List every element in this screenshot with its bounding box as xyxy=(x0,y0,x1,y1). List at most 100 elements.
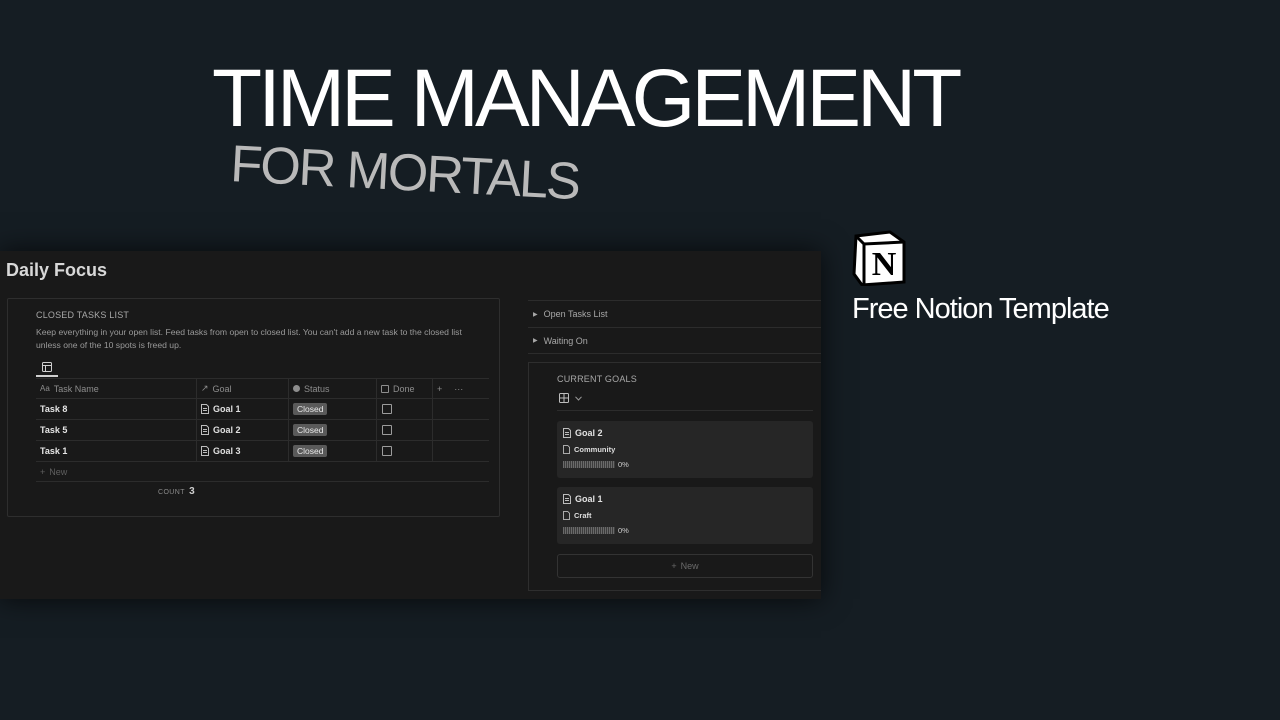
gallery-view-switcher[interactable] xyxy=(559,393,582,403)
column-header-task[interactable]: Aa Task Name xyxy=(36,379,197,398)
empty-cell xyxy=(433,399,489,419)
table-view-tab[interactable] xyxy=(36,359,58,377)
goal-card-title-label: Goal 1 xyxy=(575,494,603,504)
page-icon xyxy=(563,511,570,520)
goal-cell[interactable]: Goal 2 xyxy=(197,420,289,440)
done-cell xyxy=(377,420,433,440)
empty-cell xyxy=(433,441,489,461)
add-new-goal-label: New xyxy=(680,561,699,571)
toggle-waiting-on[interactable]: ▶ Waiting On xyxy=(528,327,821,354)
goal-card-category[interactable]: Craft xyxy=(563,511,592,520)
goal-card-title-label: Goal 2 xyxy=(575,428,603,438)
count-value: 3 xyxy=(189,486,196,497)
goal-card-title: Goal 1 xyxy=(563,494,603,504)
closed-tasks-table: Aa Task Name ↗ Goal Status Done + ··· Ta… xyxy=(36,378,489,482)
done-checkbox[interactable] xyxy=(382,404,392,414)
status-badge: Closed xyxy=(293,403,328,415)
column-header-goal-label: Goal xyxy=(212,383,232,394)
goal-card-progress: 0% xyxy=(563,526,629,535)
goal-cell[interactable]: Goal 3 xyxy=(197,441,289,461)
page-icon xyxy=(201,404,209,414)
done-cell xyxy=(377,441,433,461)
column-header-status-label: Status xyxy=(304,383,330,394)
count-label: COUNT xyxy=(158,489,185,496)
status-badge: Closed xyxy=(293,424,328,436)
goal-card-progress: 0% xyxy=(563,460,629,469)
hero-title: TIME MANAGEMENT xyxy=(212,53,962,144)
closed-tasks-description: Keep everything in your open list. Feed … xyxy=(36,327,462,350)
page-title: Daily Focus xyxy=(6,260,108,280)
page-icon xyxy=(201,425,209,435)
relation-arrow-icon: ↗ xyxy=(201,383,209,393)
add-new-row-label: New xyxy=(49,466,68,477)
plus-icon: + xyxy=(40,466,46,477)
status-cell[interactable]: Closed xyxy=(289,399,377,419)
progress-text: 0% xyxy=(618,526,629,535)
done-checkbox[interactable] xyxy=(382,446,392,456)
goal-card[interactable]: Goal 1 Craft 0% xyxy=(557,487,813,544)
plus-icon: + xyxy=(671,561,677,571)
triangle-right-icon: ▶ xyxy=(533,338,538,344)
more-options-button[interactable]: ··· xyxy=(454,384,463,394)
goal-card-category-label: Craft xyxy=(574,511,592,520)
notion-logo-letter: N xyxy=(872,246,897,283)
text-property-icon: Aa xyxy=(40,384,50,393)
task-name-cell[interactable]: Task 1 xyxy=(36,441,197,461)
page-icon xyxy=(563,494,571,504)
goal-card-category[interactable]: Community xyxy=(563,445,615,454)
table-row[interactable]: Task 1 Goal 3 Closed xyxy=(36,441,489,462)
column-header-goal[interactable]: ↗ Goal xyxy=(197,379,289,398)
task-name-cell[interactable]: Task 8 xyxy=(36,399,197,419)
closed-tasks-label: CLOSED TASKS LIST xyxy=(36,310,130,320)
page-icon xyxy=(201,446,209,456)
triangle-right-icon: ▶ xyxy=(533,311,538,318)
task-name-cell[interactable]: Task 5 xyxy=(36,420,197,440)
status-cell[interactable]: Closed xyxy=(289,441,377,461)
goal-cell[interactable]: Goal 1 xyxy=(197,399,289,419)
status-cell[interactable]: Closed xyxy=(289,420,377,440)
add-property-button[interactable]: + xyxy=(437,384,442,394)
divider xyxy=(557,410,813,411)
progress-bar xyxy=(563,461,615,468)
add-new-row-button[interactable]: + New xyxy=(36,462,489,482)
table-icon xyxy=(42,362,52,372)
goal-cell-label: Goal 2 xyxy=(213,425,241,435)
progress-text: 0% xyxy=(618,460,629,469)
column-header-actions: + ··· xyxy=(433,379,489,398)
notion-page-panel: Daily Focus CLOSED TASKS LIST Keep every… xyxy=(0,251,821,599)
gallery-icon xyxy=(559,393,569,403)
notion-logo-icon: N xyxy=(852,230,908,286)
toggle-open-tasks-label: Open Tasks List xyxy=(543,309,608,319)
column-header-done[interactable]: Done xyxy=(377,379,433,398)
table-header: Aa Task Name ↗ Goal Status Done + ··· xyxy=(36,378,489,399)
count-footer: COUNT 3 xyxy=(158,486,195,497)
done-cell xyxy=(377,399,433,419)
goal-card-title: Goal 2 xyxy=(563,428,603,438)
closed-tasks-section: CLOSED TASKS LIST Keep everything in you… xyxy=(7,298,500,517)
goal-card[interactable]: Goal 2 Community 0% xyxy=(557,421,813,478)
page-icon xyxy=(563,445,570,454)
column-header-done-label: Done xyxy=(393,383,415,394)
chevron-down-icon xyxy=(575,395,582,401)
empty-cell xyxy=(433,420,489,440)
hero-subtitle: FOR MORTALS xyxy=(229,135,581,212)
goal-cell-label: Goal 3 xyxy=(213,446,241,456)
goal-card-category-label: Community xyxy=(574,445,616,454)
table-row[interactable]: Task 5 Goal 2 Closed xyxy=(36,420,489,441)
current-goals-section: CURRENT GOALS Goal 2 Community 0% Goal 1… xyxy=(528,362,821,591)
page-icon xyxy=(563,428,571,438)
column-header-status[interactable]: Status xyxy=(289,379,377,398)
add-new-goal-button[interactable]: + New xyxy=(557,554,813,578)
checkbox-property-icon xyxy=(381,384,389,393)
current-goals-label: CURRENT GOALS xyxy=(557,374,637,384)
column-header-task-label: Task Name xyxy=(53,383,99,394)
status-badge: Closed xyxy=(293,445,328,457)
table-row[interactable]: Task 8 Goal 1 Closed xyxy=(36,399,489,420)
toggle-open-tasks-list[interactable]: ▶ Open Tasks List xyxy=(528,300,821,327)
progress-bar xyxy=(563,527,615,534)
status-property-icon xyxy=(293,385,300,392)
goal-cell-label: Goal 1 xyxy=(213,404,241,414)
toggle-waiting-on-label: Waiting On xyxy=(543,335,588,346)
template-caption: Free Notion Template xyxy=(852,293,1110,325)
done-checkbox[interactable] xyxy=(382,425,392,435)
